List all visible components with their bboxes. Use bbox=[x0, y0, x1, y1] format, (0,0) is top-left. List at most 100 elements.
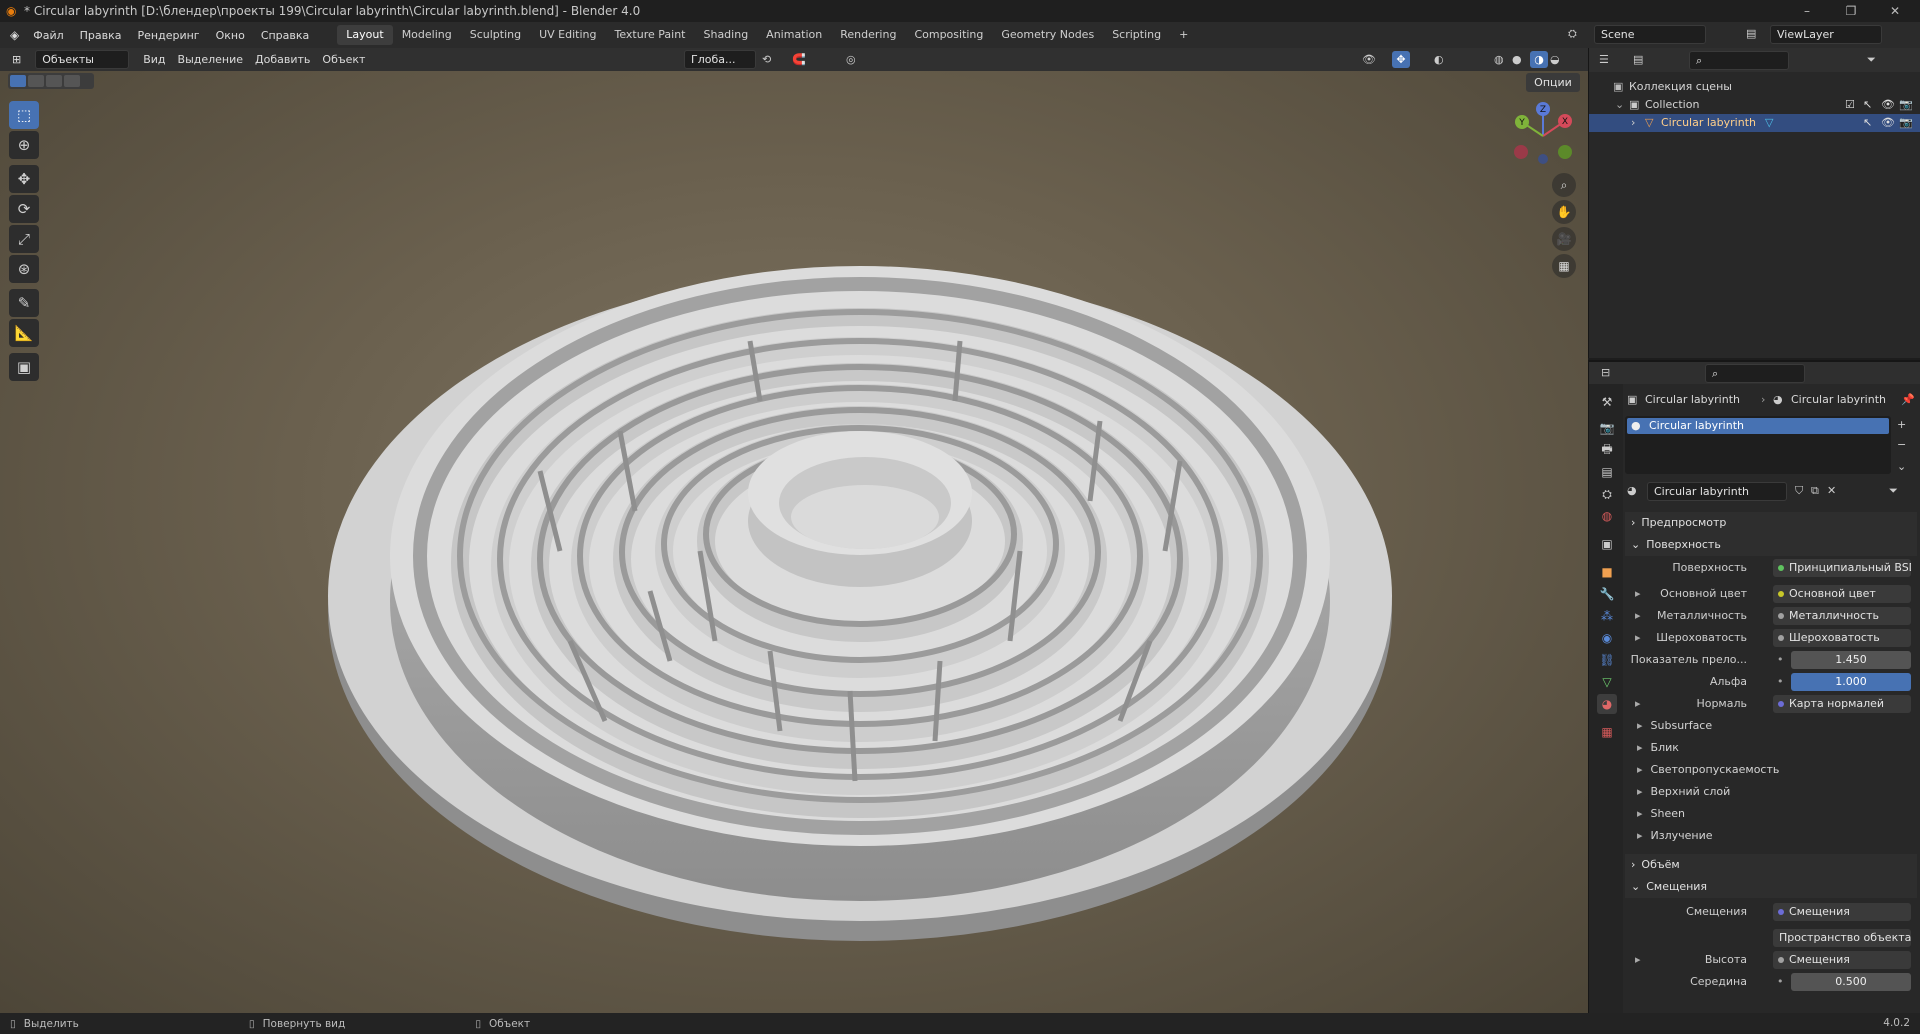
labyrinth-model[interactable] bbox=[320, 221, 1400, 961]
tab-modeling[interactable]: Modeling bbox=[393, 25, 461, 45]
height-field[interactable]: Смещения bbox=[1773, 951, 1911, 969]
render-tab-icon[interactable]: 📷 bbox=[1597, 418, 1617, 438]
space-dropdown[interactable]: Пространство объекта bbox=[1773, 929, 1911, 947]
section-surface[interactable]: ⌄ Поверхность bbox=[1625, 534, 1917, 556]
output-tab-icon[interactable]: 🖶 bbox=[1597, 440, 1617, 460]
expand-arrow-icon[interactable]: ⌄ bbox=[1615, 96, 1624, 114]
menu-help[interactable]: Справка bbox=[253, 29, 317, 42]
proportional-edit-icon[interactable]: ◎ bbox=[846, 53, 856, 66]
normal-field[interactable]: Карта нормалей bbox=[1773, 695, 1911, 713]
options-dropdown[interactable]: Опции bbox=[1526, 73, 1580, 92]
menu-add[interactable]: Добавить bbox=[249, 53, 316, 66]
menu-object[interactable]: Объект bbox=[316, 53, 371, 66]
overlay-toggle-icon[interactable]: ◐ bbox=[1434, 53, 1444, 66]
menu-render[interactable]: Рендеринг bbox=[130, 29, 208, 42]
section-volume[interactable]: › Объём bbox=[1625, 854, 1917, 876]
tab-scripting[interactable]: Scripting bbox=[1103, 25, 1170, 45]
duplicate-icon[interactable]: ⧉ bbox=[1811, 484, 1819, 498]
alpha-field[interactable]: 1.000 bbox=[1791, 673, 1911, 691]
roughness-field[interactable]: Шероховатость bbox=[1773, 629, 1911, 647]
collection-tab-icon[interactable]: ▣ bbox=[1597, 534, 1617, 554]
select-invert-icon[interactable] bbox=[64, 75, 80, 87]
filter-icon[interactable]: ⏷ bbox=[1867, 53, 1876, 67]
add-workspace-button[interactable]: + bbox=[1170, 25, 1197, 45]
subpanel-specular[interactable]: ▸ Блик bbox=[1629, 738, 1909, 758]
midlevel-field[interactable]: 0.500 bbox=[1791, 973, 1911, 991]
particles-tab-icon[interactable]: ⁂ bbox=[1597, 606, 1617, 626]
subpanel-sheen[interactable]: ▸ Sheen bbox=[1629, 804, 1909, 824]
pin-icon[interactable]: 📌 bbox=[1901, 390, 1915, 410]
subpanel-transmission[interactable]: ▸ Светопропускаемость bbox=[1629, 760, 1909, 780]
wireframe-shading-icon[interactable]: ◍ bbox=[1494, 53, 1504, 66]
subpanel-emission[interactable]: ▸ Излучение bbox=[1629, 826, 1909, 846]
tab-geometry-nodes[interactable]: Geometry Nodes bbox=[992, 25, 1103, 45]
tab-layout[interactable]: Layout bbox=[337, 25, 393, 45]
expand-arrow-icon[interactable]: › bbox=[1631, 114, 1635, 132]
minimize-button[interactable]: – bbox=[1784, 0, 1830, 22]
outliner-search[interactable]: ⌕ bbox=[1689, 51, 1789, 70]
tab-shading[interactable]: Shading bbox=[694, 25, 757, 45]
outliner-row-collection[interactable]: ⌄ ▣ Collection ☑ ↖ 👁 📷 bbox=[1589, 96, 1920, 114]
orientation-selector[interactable]: Глоба... bbox=[684, 50, 756, 69]
display-mode-icon[interactable]: ▤ bbox=[1633, 53, 1643, 66]
remove-slot-button[interactable]: − bbox=[1897, 438, 1906, 451]
navigation-gizmo[interactable]: Z X Y bbox=[1508, 101, 1578, 171]
socket-icon[interactable]: • bbox=[1777, 672, 1784, 692]
expand-arrow-icon[interactable]: ▸ bbox=[1635, 584, 1641, 604]
outliner-row-scene-collection[interactable]: ▣ Коллекция сцены bbox=[1589, 78, 1920, 96]
subpanel-subsurface[interactable]: ▸ Subsurface bbox=[1629, 716, 1909, 736]
material-tab-icon[interactable]: ◕ bbox=[1597, 694, 1617, 714]
3d-viewport[interactable]: Опции ⬚ ⊕ ✥ ⟳ ⤢ ⊛ ✎ 📐 ▣ Z X Y ⌕ ✋ 🎥 ▦ bbox=[0, 71, 1588, 1013]
texture-tab-icon[interactable]: ▦ bbox=[1597, 722, 1617, 742]
material-slot-list[interactable]: ● Circular labyrinth bbox=[1625, 416, 1891, 474]
menu-view[interactable]: Вид bbox=[137, 53, 171, 66]
material-shading-icon[interactable]: ◑ bbox=[1530, 51, 1548, 68]
material-datablock[interactable]: ◕ Circular labyrinth ⛉ ⧉ ✕ ⏷ bbox=[1625, 482, 1917, 502]
properties-search[interactable]: ⌕ bbox=[1705, 364, 1805, 383]
select-subtract-icon[interactable] bbox=[46, 75, 62, 87]
socket-icon[interactable]: • bbox=[1777, 972, 1784, 992]
material-slot-row[interactable]: ● Circular labyrinth bbox=[1627, 418, 1889, 434]
visibility-icon[interactable]: 👁 bbox=[1362, 53, 1376, 66]
scene-tab-icon[interactable]: ⛭ bbox=[1597, 484, 1617, 504]
section-displacement[interactable]: ⌄ Смещения bbox=[1625, 876, 1917, 898]
measure-tool-icon[interactable]: 📐 bbox=[9, 319, 39, 347]
physics-tab-icon[interactable]: ◉ bbox=[1597, 628, 1617, 648]
rotate-tool-icon[interactable]: ⟳ bbox=[9, 195, 39, 223]
scene-selector[interactable]: Scene bbox=[1594, 25, 1706, 44]
pivot-icon[interactable]: ⟲ bbox=[762, 53, 771, 66]
menu-edit[interactable]: Правка bbox=[72, 29, 130, 42]
maximize-button[interactable]: ❐ bbox=[1828, 0, 1874, 22]
base-color-field[interactable]: Основной цвет bbox=[1773, 585, 1911, 603]
world-tab-icon[interactable]: ◍ bbox=[1597, 506, 1617, 526]
tab-rendering[interactable]: Rendering bbox=[831, 25, 905, 45]
select-box-tool-icon[interactable]: ⬚ bbox=[9, 101, 39, 129]
tab-compositing[interactable]: Compositing bbox=[905, 25, 992, 45]
fake-user-icon[interactable]: ⛉ bbox=[1795, 484, 1803, 498]
expand-arrow-icon[interactable]: ▸ bbox=[1635, 606, 1641, 626]
editor-type-icon[interactable]: ⊞ bbox=[0, 53, 27, 66]
slot-specials-icon[interactable]: ⌄ bbox=[1897, 460, 1906, 473]
mode-selector[interactable]: Объекты bbox=[35, 50, 130, 69]
eye-icon[interactable]: 👁 bbox=[1881, 114, 1895, 132]
solid-shading-icon[interactable]: ● bbox=[1512, 53, 1522, 66]
selectable-icon[interactable]: ↖ bbox=[1863, 96, 1872, 114]
menu-select[interactable]: Выделение bbox=[172, 53, 250, 66]
view-layer-tab-icon[interactable]: ▤ bbox=[1597, 462, 1617, 482]
eye-icon[interactable]: 👁 bbox=[1881, 96, 1895, 114]
material-browse-icon[interactable]: ◕ bbox=[1627, 484, 1637, 497]
annotate-tool-icon[interactable]: ✎ bbox=[9, 289, 39, 317]
expand-arrow-icon[interactable]: ▸ bbox=[1635, 950, 1641, 970]
data-tab-icon[interactable]: ▽ bbox=[1597, 672, 1617, 692]
pan-hand-icon[interactable]: ✋ bbox=[1552, 200, 1576, 224]
material-name-field[interactable]: Circular labyrinth bbox=[1647, 482, 1787, 501]
add-slot-button[interactable]: + bbox=[1897, 418, 1906, 431]
section-preview[interactable]: › Предпросмотр bbox=[1625, 512, 1917, 534]
transform-tool-icon[interactable]: ⊛ bbox=[9, 255, 39, 283]
gizmo-toggle-icon[interactable]: ✥ bbox=[1392, 51, 1410, 68]
checkbox-icon[interactable]: ☑ bbox=[1845, 96, 1855, 114]
subpanel-coat[interactable]: ▸ Верхний слой bbox=[1629, 782, 1909, 802]
zoom-icon[interactable]: ⌕ bbox=[1552, 173, 1576, 197]
select-mode-buttons[interactable] bbox=[8, 73, 94, 89]
expand-arrow-icon[interactable]: ▸ bbox=[1635, 628, 1641, 648]
